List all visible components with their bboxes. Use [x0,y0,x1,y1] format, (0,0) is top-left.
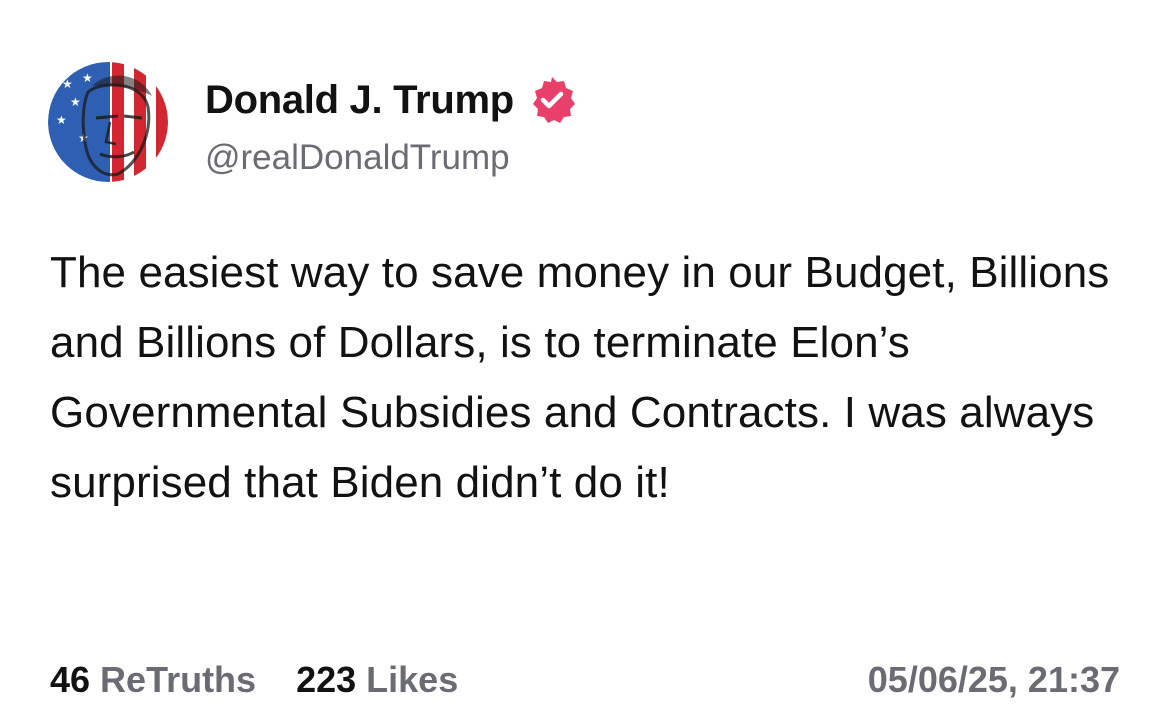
retruths-count: 46 [50,659,91,700]
post-timestamp: 05/06/25, 21:37 [867,659,1120,700]
author-name-row: Donald J. Trump [205,72,578,128]
svg-text:★: ★ [82,71,93,85]
likes-label: Likes [366,659,459,700]
post-text: The easiest way to save money in our Bud… [50,248,1110,507]
author-display-name[interactable]: Donald J. Trump [205,72,514,128]
post-stats: 46 ReTruths 223 Likes [50,655,458,705]
svg-text:★: ★ [56,113,67,127]
svg-text:★: ★ [70,95,81,109]
avatar-flag-portrait-icon: ★ ★ ★ ★ ★ [48,62,168,182]
avatar[interactable]: ★ ★ ★ ★ ★ [48,62,168,182]
author-handle[interactable]: @realDonaldTrump [205,134,510,182]
likes-count: 223 [296,659,357,700]
retruths-stat[interactable]: 46 ReTruths [50,655,256,705]
retruths-label: ReTruths [100,659,257,700]
post-card: ★ ★ ★ ★ ★ Donald J. Trump @realDonaldTru… [0,0,1170,727]
verified-badge-icon [526,74,578,126]
likes-stat[interactable]: 223 Likes [296,655,458,705]
svg-text:★: ★ [62,77,73,91]
